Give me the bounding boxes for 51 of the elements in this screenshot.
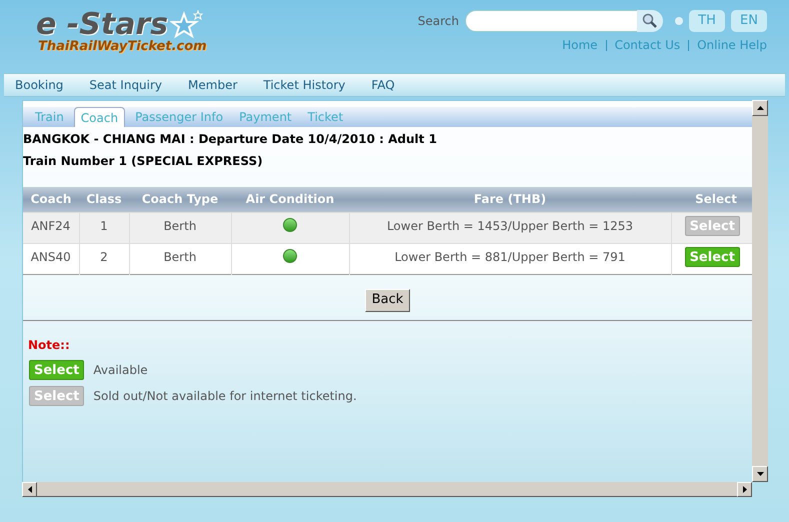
table-cell: 1 [79, 212, 129, 243]
header-link[interactable]: Contact Us [614, 36, 680, 54]
step-tab[interactable]: Ticket [302, 107, 350, 127]
train-text: Train Number 1 (SPECIAL EXPRESS) [23, 153, 264, 170]
table-cell: ANF24 [23, 212, 79, 243]
legend-text: Available [93, 362, 148, 378]
nav-link[interactable]: Ticket History [263, 76, 346, 94]
nav-link[interactable]: Seat Inquiry [89, 76, 162, 94]
star-icon [170, 10, 204, 40]
select-button[interactable]: Select [684, 216, 740, 236]
language-button[interactable]: EN [731, 10, 767, 32]
select-button[interactable]: Select [29, 386, 84, 406]
language-button[interactable]: TH [689, 10, 725, 32]
back-button[interactable]: Back [364, 288, 410, 312]
search-label: Search [418, 13, 459, 30]
table-cell: Berth [129, 243, 231, 274]
scroll-up-icon[interactable] [756, 106, 764, 110]
search-button[interactable] [637, 10, 663, 32]
table-cell: ANS40 [23, 243, 79, 274]
column-header: Air Condition [231, 187, 349, 212]
scroll-right-icon[interactable] [742, 486, 746, 493]
journey-text: BANGKOK - CHIANG MAI : Departure Date 10/4/2010 : Adult 1 [23, 131, 438, 148]
table-cell: Lower Berth = 881/Upper Berth = 791 [349, 243, 671, 274]
nav-link[interactable]: FAQ [371, 76, 395, 94]
note-title: Note:: [28, 336, 71, 354]
table-cell: Berth [129, 212, 231, 243]
header-link[interactable]: Home [562, 36, 598, 54]
step-tab[interactable]: Train [29, 107, 70, 127]
column-header: Coach [23, 187, 79, 212]
nav-link[interactable]: Member [188, 76, 238, 94]
horizontal-scrollbar[interactable] [22, 482, 752, 497]
header-link[interactable]: Online Help [697, 36, 767, 54]
nav-link[interactable]: Booking [15, 76, 64, 94]
step-tab[interactable]: Payment [233, 107, 298, 127]
table-cell: 2 [79, 243, 129, 274]
search-icon [642, 13, 658, 29]
vertical-scrollbar[interactable] [752, 100, 768, 482]
logo-title: e -Stars [36, 10, 168, 40]
legend-text: Sold out/Not available for internet ticketing. [93, 388, 357, 404]
scroll-left-icon[interactable] [28, 486, 32, 493]
select-button[interactable]: Select [29, 360, 84, 380]
select-button[interactable]: Select [684, 246, 740, 266]
column-header: Class [79, 187, 129, 212]
scroll-down-icon[interactable] [756, 472, 764, 476]
column-header: Select [671, 187, 753, 212]
column-header: Fare (THB) [349, 187, 671, 212]
logo-subtitle: ThaiRailWayTicket.com [38, 40, 207, 53]
step-tab[interactable]: Passenger Info [129, 107, 230, 127]
column-header: Coach Type [129, 187, 231, 212]
step-tab[interactable]: Coach [74, 107, 126, 127]
table-cell: Lower Berth = 1453/Upper Berth = 1253 [349, 212, 671, 243]
